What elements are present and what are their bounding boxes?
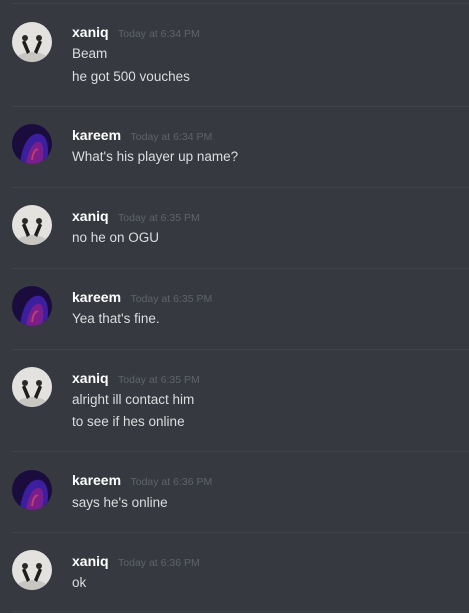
message-text: no he on OGU — [72, 230, 160, 245]
message-group: xaniq Today at 6:36 PM ok — [0, 532, 469, 613]
message-group: kareem Today at 6:34 PM What's his playe… — [0, 106, 469, 186]
user-avatar-icon[interactable] — [12, 22, 52, 62]
message-group: xaniq Today at 6:34 PM Beam he got 500 v… — [0, 0, 469, 105]
message-divider — [12, 611, 469, 612]
message-text: says he's online — [72, 495, 168, 510]
message-group: kareem Today at 6:35 PM Yea that's fine. — [0, 268, 469, 348]
message-text: he got 500 vouches — [72, 69, 190, 84]
user-avatar-icon[interactable] — [12, 124, 52, 164]
user-avatar-icon[interactable] — [12, 205, 52, 245]
message-timestamp: Today at 6:34 PM — [118, 28, 200, 40]
message-author[interactable]: xaniq — [72, 553, 109, 569]
message-text: ok — [72, 575, 87, 590]
user-avatar-icon[interactable] — [12, 550, 52, 590]
user-avatar-icon[interactable] — [12, 286, 52, 326]
message-author[interactable]: xaniq — [72, 370, 109, 386]
user-avatar-icon[interactable] — [12, 470, 52, 510]
message-timestamp: Today at 6:34 PM — [130, 131, 213, 143]
message-group: kareem Today at 6:36 PM says he's online — [0, 451, 469, 531]
message-text: Beam — [72, 46, 108, 61]
chat-message-list: xaniq Today at 6:34 PM Beam he got 500 v… — [0, 0, 469, 613]
message-timestamp: Today at 6:35 PM — [118, 212, 200, 224]
user-avatar-icon[interactable] — [12, 367, 52, 407]
message-timestamp: Today at 6:35 PM — [118, 374, 200, 386]
message-timestamp: Today at 6:36 PM — [130, 476, 213, 488]
message-timestamp: Today at 6:36 PM — [118, 557, 200, 569]
message-timestamp: Today at 6:35 PM — [130, 293, 213, 305]
message-author[interactable]: kareem — [72, 289, 121, 305]
message-group: xaniq Today at 6:35 PM alright ill conta… — [0, 349, 469, 451]
message-group: xaniq Today at 6:35 PM no he on OGU — [0, 187, 469, 267]
message-text: Yea that's fine. — [72, 311, 160, 326]
message-text: to see if hes online — [72, 414, 185, 429]
message-author[interactable]: xaniq — [72, 208, 109, 224]
message-text: What's his player up name? — [72, 149, 239, 164]
message-text: alright ill contact him — [72, 392, 195, 407]
message-author[interactable]: xaniq — [72, 24, 109, 40]
message-author[interactable]: kareem — [72, 127, 121, 143]
message-author[interactable]: kareem — [72, 472, 121, 488]
